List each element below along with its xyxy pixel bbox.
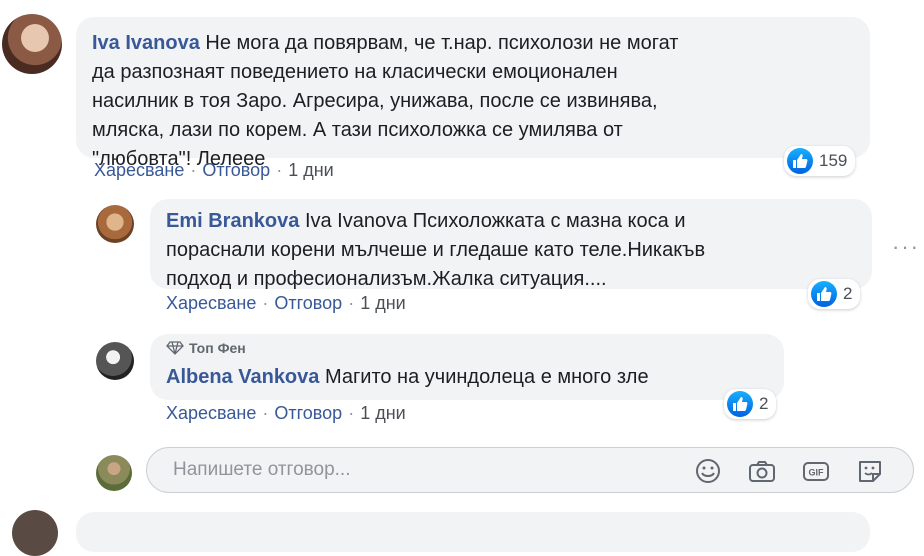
separator-dot: · [348,293,355,313]
separator-dot: · [190,160,197,180]
reply-input[interactable]: Напишете отговор... GIF [146,447,914,493]
comment-actions-1: Харесване · Отговор · 1 дни [94,160,334,181]
emoji-icon[interactable] [693,458,723,484]
reaction-count: 2 [843,284,853,303]
comment-line: мляска, лази по корем. А тази психоложка… [92,119,623,141]
diamond-icon [166,341,184,355]
comment-line: насилник в тоя Заро. Агресира, унижава, … [92,90,658,112]
timestamp[interactable]: 1 дни [360,403,406,423]
thumbs-up-icon [727,391,753,417]
comment-line: пораснали корени мълчеше и гледаше като … [166,239,706,261]
reply-link[interactable]: Отговор [202,160,270,180]
reply-placeholder: Напишете отговор... [173,459,351,480]
sticker-icon[interactable] [855,458,885,484]
badge-label: Топ Фен [189,340,246,356]
comment-bubble-1: Iva Ivanova Не мога да повярвам, че т.на… [76,17,870,170]
comment-text-1: Iva Ivanova Не мога да повярвам, че т.на… [92,29,678,174]
reaction-count: 159 [819,151,848,170]
comment-author-1[interactable]: Iva Ivanova [92,32,200,54]
like-link[interactable]: Харесване [166,403,256,423]
comment-line: подход и професионализъм.Жалка ситуация.… [166,268,607,290]
thumbs-up-icon [811,281,837,307]
avatar-albena-vankova[interactable] [96,342,134,380]
like-link[interactable]: Харесване [94,160,184,180]
comment-bubble-next [76,512,870,552]
comment-line: Не мога да повярвам, че т.нар. психолози… [199,32,679,54]
comment-author-2[interactable]: Emi Brankova [166,210,299,232]
timestamp[interactable]: 1 дни [360,293,406,313]
like-link[interactable]: Харесване [166,293,256,313]
camera-icon[interactable] [747,458,777,484]
comment-bubble-3: Топ Фен Albena Vankova Магито на учиндол… [150,334,784,400]
comment-actions-3: Харесване · Отговор · 1 дни [166,403,406,424]
reaction-summary-2[interactable]: 2 [808,279,861,309]
more-options-icon[interactable]: ··· [892,234,920,260]
separator-dot: · [262,293,269,313]
avatar-next-comment[interactable] [12,510,58,556]
comment-line: Iva Ivanova Психоложката с мазна коса и [299,210,686,232]
top-fan-badge: Топ Фен [166,340,246,356]
comment-line: да разпознаят поведението на класически … [92,61,618,83]
timestamp[interactable]: 1 дни [288,160,334,180]
reaction-count: 2 [759,394,769,413]
reaction-summary-1[interactable]: 159 [784,146,856,176]
comment-text-2: Emi Brankova Iva Ivanova Психоложката с … [166,207,705,294]
thumbs-up-icon [787,148,813,174]
reply-link[interactable]: Отговор [274,293,342,313]
avatar-iva-ivanova[interactable] [2,14,62,74]
comment-text-3: Albena Vankova Магито на учиндолеца е мн… [166,363,649,392]
comment-actions-2: Харесване · Отговор · 1 дни [166,293,406,314]
comment-line: Магито на учиндолеца е много зле [319,366,649,388]
comment-bubble-2: Emi Brankova Iva Ivanova Психоложката с … [150,199,872,290]
separator-dot: · [348,403,355,423]
current-user-avatar [96,455,132,491]
avatar-emi-brankova[interactable] [96,205,134,243]
gif-icon[interactable]: GIF [801,458,831,484]
svg-text:GIF: GIF [809,468,825,478]
reply-link[interactable]: Отговор [274,403,342,423]
comment-author-3[interactable]: Albena Vankova [166,366,319,388]
reaction-summary-3[interactable]: 2 [724,389,777,419]
separator-dot: · [262,403,269,423]
separator-dot: · [276,160,283,180]
